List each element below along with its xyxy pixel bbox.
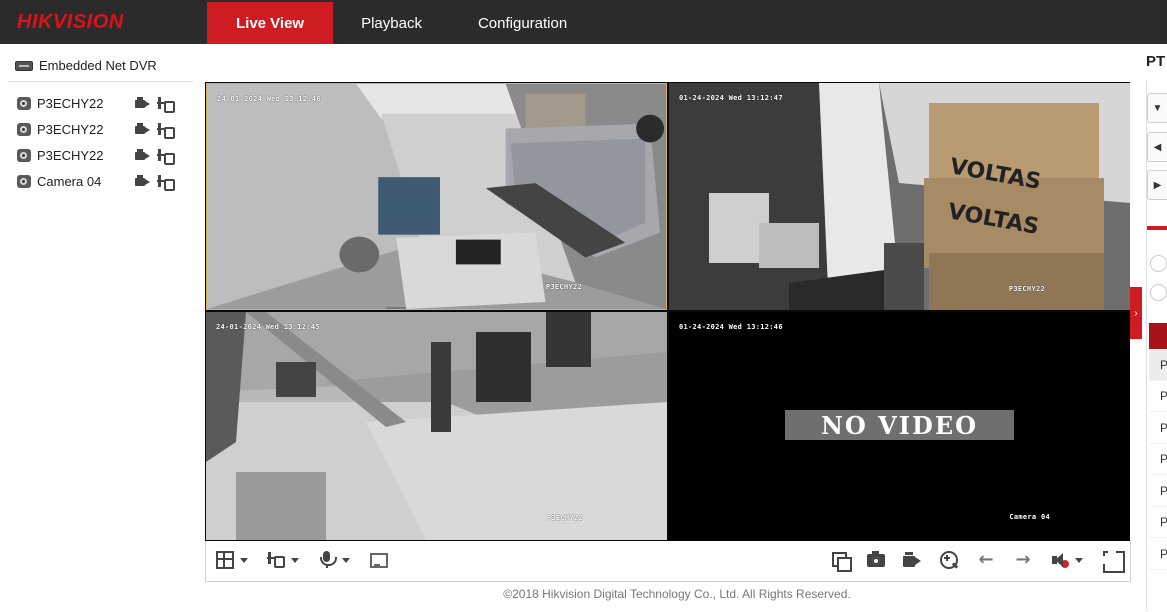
camera-list: P3ECHY22 P3ECHY22 P3ECHY22 Camera 04 [17, 90, 187, 194]
camera-label: P3ECHY22 [37, 121, 104, 137]
multi-window-icon [831, 551, 852, 572]
previous-page-button[interactable]: ← [977, 549, 995, 571]
record-icon[interactable] [135, 149, 150, 161]
camera-item[interactable]: P3ECHY22 [17, 90, 187, 116]
camera-name-overlay: P3ECHY22 [545, 283, 582, 291]
microphone-icon [318, 551, 337, 569]
camera-label: P3ECHY22 [37, 147, 104, 163]
snapshot-button[interactable] [867, 549, 885, 571]
chevron-down-icon [342, 557, 350, 563]
light-icon[interactable] [1150, 255, 1167, 272]
timestamp-overlay: 01-24-2024 Wed 13:12:47 [679, 94, 783, 102]
video-pane-3[interactable]: 24-01-2024 Wed 13:12:45 P3ECHY22 [206, 312, 667, 540]
camera-icon [17, 174, 31, 188]
chevron-down-icon [291, 557, 299, 563]
volume-button[interactable] [1051, 549, 1083, 571]
record-icon [903, 551, 921, 569]
camera-icon [17, 96, 31, 110]
chevron-down-icon [1075, 557, 1083, 563]
device-label: Embedded Net DVR [39, 58, 157, 73]
fullscreen-button[interactable] [1101, 549, 1125, 573]
camera-feed-1 [207, 84, 666, 309]
digital-zoom-button[interactable] [940, 549, 958, 571]
stream-icon[interactable] [157, 174, 175, 191]
camera-item[interactable]: Camera 04 [17, 168, 187, 194]
dvr-icon [15, 60, 33, 71]
preset-item[interactable]: P [1149, 507, 1167, 538]
record-icon[interactable] [135, 175, 150, 187]
top-bar: HIKVISION Live View Playback Configurati… [0, 0, 1167, 44]
preset-tab[interactable] [1149, 323, 1167, 349]
camera-icon [17, 122, 31, 136]
tab-configuration[interactable]: Configuration [450, 2, 595, 44]
zoom-in-icon [940, 551, 958, 569]
next-page-button[interactable]: → [1014, 549, 1032, 571]
stream-icon[interactable] [157, 148, 175, 165]
camera-item[interactable]: P3ECHY22 [17, 116, 187, 142]
stream-type-button[interactable] [267, 549, 299, 571]
ezoom-icon [369, 551, 388, 569]
camera-feed-3 [206, 312, 667, 540]
multi-window-button[interactable] [831, 549, 852, 572]
stream-icon [267, 551, 285, 569]
ptz-up-button[interactable]: ▼ [1147, 93, 1167, 123]
camera-icon [17, 148, 31, 162]
no-video-label: NO VIDEO [785, 410, 1014, 440]
live-view-grid: 24-01-2024 Wed 13:12:46 P3ECHY22 VOLTAS … [205, 82, 1130, 541]
preset-item[interactable]: P [1149, 444, 1167, 475]
video-pane-1[interactable]: 24-01-2024 Wed 13:12:46 P3ECHY22 [206, 83, 667, 310]
hikvision-logo: HIKVISION [17, 11, 124, 33]
ptz-title: PT [1146, 53, 1166, 70]
timestamp-overlay: 01-24-2024 Wed 13:12:46 [679, 323, 783, 331]
preset-item[interactable]: P [1149, 413, 1167, 444]
camera-feed-2: VOLTAS VOLTAS [669, 83, 1130, 310]
camera-name-overlay: Camera 04 [1009, 513, 1050, 521]
two-way-audio-button[interactable] [318, 549, 350, 571]
timestamp-overlay: 24-01-2024 Wed 13:12:45 [216, 323, 320, 331]
camera-tree-panel: Embedded Net DVR P3ECHY22 P3ECHY22 P3ECH… [0, 44, 193, 612]
window-layout-button[interactable] [216, 549, 248, 571]
camera-name-overlay: P3ECHY22 [546, 514, 583, 522]
record-icon[interactable] [135, 123, 150, 135]
ptz-collapse-button[interactable]: › [1130, 287, 1142, 339]
video-pane-4[interactable]: 01-24-2024 Wed 13:12:46 NO VIDEO Camera … [669, 312, 1130, 540]
ptz-right-button[interactable]: ▶ [1147, 170, 1167, 200]
tab-playback[interactable]: Playback [333, 2, 450, 44]
live-view-toolbar: ← → [205, 541, 1131, 582]
timestamp-overlay: 24-01-2024 Wed 13:12:46 [217, 95, 321, 103]
focus-icon[interactable] [1150, 284, 1167, 301]
previous-arrow-icon: ← [978, 549, 994, 570]
record-icon[interactable] [135, 97, 150, 109]
camera-label: P3ECHY22 [37, 95, 104, 111]
stream-icon[interactable] [157, 122, 175, 139]
device-node[interactable]: Embedded Net DVR [15, 58, 157, 73]
ptz-left-button[interactable]: ◀ [1147, 132, 1167, 162]
record-button[interactable] [903, 549, 921, 571]
next-arrow-icon: → [1015, 549, 1031, 570]
preset-item[interactable]: P [1149, 539, 1167, 570]
preset-item[interactable]: P [1149, 350, 1167, 381]
main-nav: Live View Playback Configuration [207, 2, 595, 44]
camera-name-overlay: P3ECHY22 [1008, 285, 1045, 293]
ptz-speed-slider[interactable] [1147, 226, 1167, 230]
divider [8, 81, 193, 82]
fullscreen-icon [1101, 549, 1125, 573]
camera-item[interactable]: P3ECHY22 [17, 142, 187, 168]
stream-icon[interactable] [157, 96, 175, 113]
layout-icon [216, 551, 234, 569]
tab-live-view[interactable]: Live View [207, 2, 334, 44]
copyright-text: ©2018 Hikvision Digital Technology Co., … [503, 587, 851, 601]
chevron-down-icon [240, 557, 248, 563]
video-pane-2[interactable]: VOLTAS VOLTAS 01-24-2024 Wed 13:12:47 P3… [669, 83, 1130, 310]
snapshot-icon [867, 551, 885, 569]
ezoom-button[interactable] [369, 549, 388, 571]
preset-item[interactable]: P [1149, 476, 1167, 507]
volume-icon [1051, 551, 1069, 569]
camera-label: Camera 04 [37, 173, 102, 189]
preset-item[interactable]: P [1149, 381, 1167, 412]
